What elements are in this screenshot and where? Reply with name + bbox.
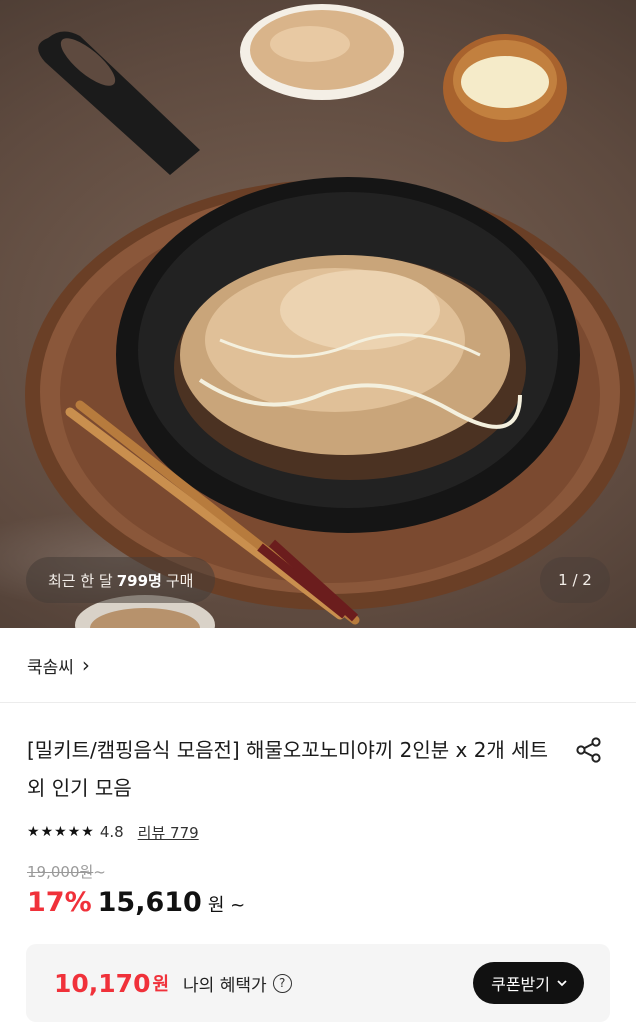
buyers-prefix: 최근 한 달 bbox=[48, 571, 113, 590]
share-icon bbox=[576, 737, 601, 763]
star-icon: ★ bbox=[81, 824, 94, 840]
original-price: 19,000원~ bbox=[0, 847, 636, 883]
seller-link[interactable]: 쿡솜씨 › bbox=[0, 628, 636, 703]
sale-price: 15,610 bbox=[97, 887, 202, 918]
image-page-indicator: 1 / 2 bbox=[540, 557, 610, 603]
review-count-link[interactable]: 리뷰 779 bbox=[138, 822, 199, 843]
buyers-suffix: 구매 bbox=[165, 571, 194, 590]
my-benefit-price-box: 10,170 원 나의 혜택가 ? 쿠폰받기 bbox=[26, 944, 610, 1022]
original-price-suffix: ~ bbox=[93, 863, 106, 881]
discount-rate: 17% bbox=[27, 887, 92, 918]
star-icon: ★ bbox=[54, 824, 67, 840]
star-icon: ★ bbox=[27, 824, 40, 840]
product-title-section: [밀키트/캠핑음식 모음전] 해물오꼬노미야끼 2인분 x 2개 세트 외 인기… bbox=[0, 703, 636, 807]
sale-price-row: 17% 15,610 원 ~ bbox=[0, 883, 636, 918]
star-rating: ★ ★ ★ ★ ★ bbox=[27, 824, 94, 840]
buyers-count: 799명 bbox=[116, 571, 162, 590]
chevron-right-icon: › bbox=[81, 653, 90, 677]
star-icon: ★ bbox=[67, 824, 81, 840]
product-title: [밀키트/캠핑음식 모음전] 해물오꼬노미야끼 2인분 x 2개 세트 외 인기… bbox=[27, 738, 548, 800]
benefit-label-group: 나의 혜택가 ? bbox=[183, 971, 292, 996]
recent-buyers-badge: 최근 한 달 799명 구매 bbox=[26, 557, 216, 603]
sale-price-currency: 원 ~ bbox=[207, 895, 246, 916]
okonomiyaki-product-photo bbox=[25, 4, 635, 628]
get-coupon-button[interactable]: 쿠폰받기 bbox=[473, 962, 584, 1004]
chevron-down-icon bbox=[557, 980, 567, 987]
star-icon: ★ bbox=[40, 824, 54, 840]
seller-name: 쿡솜씨 bbox=[27, 657, 74, 678]
coupon-button-label: 쿠폰받기 bbox=[491, 977, 550, 994]
benefit-price: 10,170 bbox=[54, 968, 151, 998]
rating-score: 4.8 bbox=[99, 823, 124, 841]
help-icon[interactable]: ? bbox=[272, 973, 292, 993]
benefit-label: 나의 혜택가 bbox=[183, 975, 267, 996]
benefit-price-currency: 원 bbox=[152, 974, 170, 995]
share-button[interactable] bbox=[572, 733, 606, 767]
original-price-value: 19,000원 bbox=[27, 863, 94, 881]
rating-row: ★ ★ ★ ★ ★ 4.8 리뷰 779 bbox=[0, 807, 636, 847]
product-image-carousel[interactable]: 최근 한 달 799명 구매 1 / 2 bbox=[0, 0, 636, 628]
